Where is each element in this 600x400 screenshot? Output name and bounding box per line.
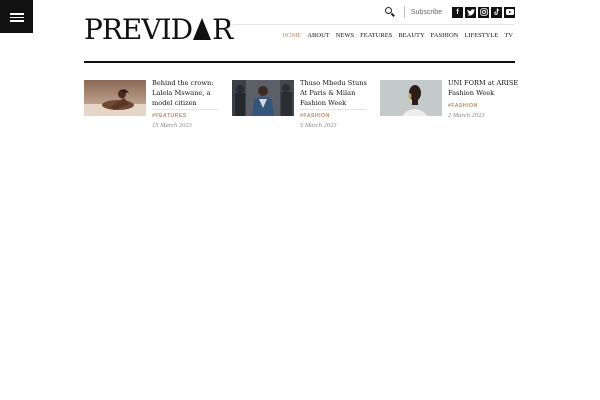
facebook-icon[interactable]: f [452,6,463,18]
article-thumbnail[interactable] [232,80,294,116]
nav-item-about[interactable]: ABOUT [304,31,332,41]
nav-item-home[interactable]: HOME [279,31,304,41]
divider [403,6,405,18]
nav-item-beauty[interactable]: BEAUTY [395,31,427,41]
article-thumbnail[interactable] [84,80,146,116]
article-category[interactable]: #FASHION [448,102,478,110]
header-rule [84,61,515,63]
nav-item-tv[interactable]: TV [501,31,516,41]
menu-icon-bar [10,20,24,22]
subscribe-link[interactable]: Subscribe [411,9,442,16]
article-title[interactable]: Thuso Mbedu Stuns At Paris & Milan Fashi… [300,78,374,108]
divider [300,109,366,110]
nav-item-features[interactable]: FEATURES [357,31,395,41]
youtube-icon[interactable] [504,6,515,18]
menu-icon-bar [10,16,24,18]
header-divider [233,24,515,25]
divider [152,109,218,110]
article-date: 2 March 2023 [448,112,485,119]
tiktok-icon[interactable] [491,6,502,18]
site-logo[interactable]: PREVID R [84,15,233,45]
article-title[interactable]: UNI FORM at ARISE Fashion Week [448,78,522,98]
instagram-icon[interactable] [478,6,489,18]
hamburger-menu-button[interactable] [0,0,33,33]
article-category[interactable]: #FASHION [300,112,330,120]
article-card: Thuso Mbedu Stuns At Paris & Milan Fashi… [232,79,370,132]
article-date: 5 March 2023 [300,122,337,129]
search-icon[interactable] [384,7,395,17]
article-category[interactable]: #FEATURES [152,112,187,120]
nav-item-news[interactable]: NEWS [333,31,357,41]
article-card: Behind the crown: Lalela Mswane, a model… [84,79,222,132]
article-thumbnail[interactable] [380,80,442,116]
main-nav: HOME ABOUT NEWS FEATURES BEAUTY FASHION … [279,31,516,41]
nav-item-fashion[interactable]: FASHION [428,31,462,41]
article-title[interactable]: Behind the crown: Lalela Mswane, a model… [152,78,226,108]
article-date: 15 March 2023 [152,122,192,129]
social-links: f [452,6,515,18]
logo-triangle-a [193,18,212,40]
twitter-icon[interactable] [465,6,476,18]
article-card: UNI FORM at ARISE Fashion Week #FASHION … [380,79,518,132]
menu-icon [10,13,24,15]
nav-item-lifestyle[interactable]: LIFESTYLE [461,31,501,41]
header-tools: Subscribe f [384,6,515,18]
